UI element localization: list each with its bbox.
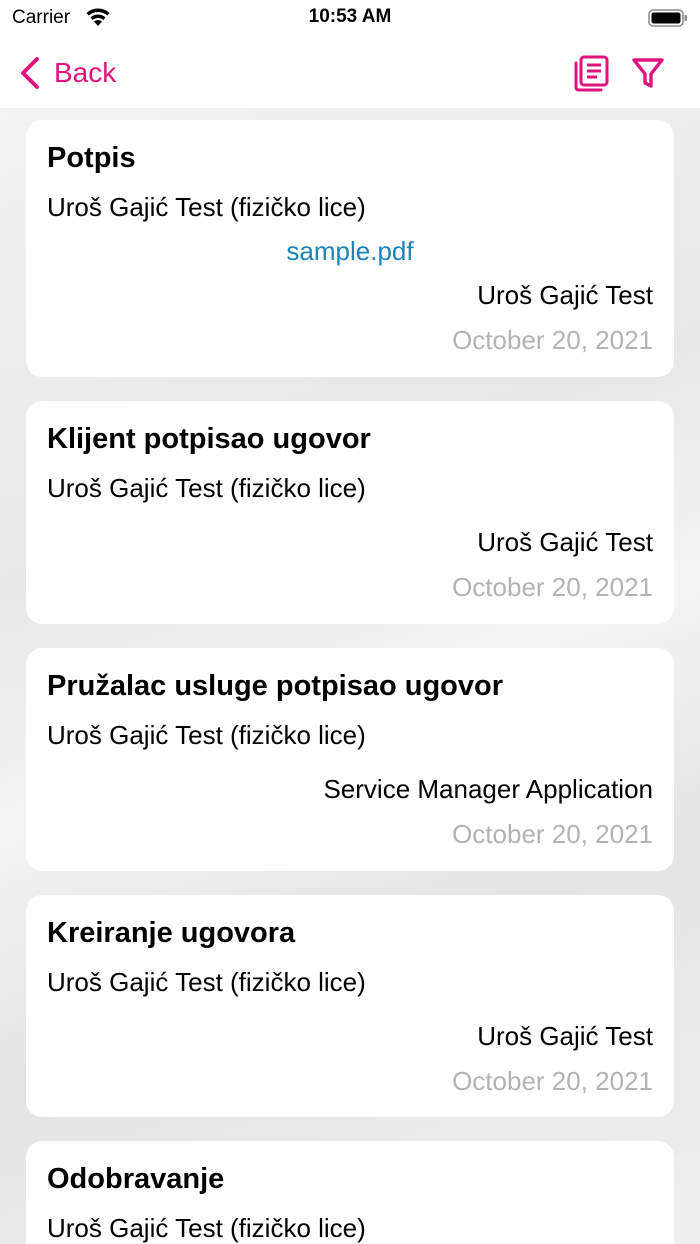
attachment-link[interactable]: sample.pdf	[26, 236, 674, 267]
item-author: Service Manager Application	[323, 774, 653, 804]
item-date: October 20, 2021	[452, 819, 653, 849]
status-bar: Carrier 10:53 AM	[0, 0, 700, 40]
activity-list[interactable]: Potpis Uroš Gajić Test (fizičko lice) sa…	[0, 108, 700, 1244]
item-author: Uroš Gajić Test	[477, 527, 653, 557]
navigation-bar: Back	[0, 40, 700, 108]
list-item[interactable]: Pružalac usluge potpisao ugovor Uroš Gaj…	[26, 648, 674, 871]
item-date: October 20, 2021	[452, 325, 653, 355]
item-title: Klijent potpisao ugovor	[47, 423, 371, 455]
item-subtitle: Uroš Gajić Test (fizičko lice)	[47, 720, 366, 750]
item-author: Uroš Gajić Test	[477, 280, 653, 310]
back-button[interactable]: Back	[18, 52, 116, 94]
item-date: October 20, 2021	[452, 1066, 653, 1096]
item-title: Pružalac usluge potpisao ugovor	[47, 670, 504, 702]
back-label: Back	[54, 57, 117, 88]
status-time: 10:53 AM	[308, 6, 392, 27]
item-subtitle: Uroš Gajić Test (fizičko lice)	[47, 1213, 366, 1243]
list-item[interactable]: Kreiranje ugovora Uroš Gajić Test (fizič…	[26, 895, 674, 1117]
list-item[interactable]: Potpis Uroš Gajić Test (fizičko lice) sa…	[26, 120, 674, 377]
chevron-left-icon	[21, 57, 39, 89]
item-subtitle: Uroš Gajić Test (fizičko lice)	[47, 192, 366, 222]
item-title: Potpis	[47, 142, 136, 174]
list-item[interactable]: Odobravanje Uroš Gajić Test (fizičko lic…	[26, 1141, 674, 1244]
item-subtitle: Uroš Gajić Test (fizičko lice)	[47, 967, 366, 997]
item-subtitle: Uroš Gajić Test (fizičko lice)	[47, 473, 366, 503]
filter-icon[interactable]	[628, 53, 668, 93]
item-title: Kreiranje ugovora	[47, 917, 296, 949]
item-date: October 20, 2021	[452, 572, 653, 602]
list-item[interactable]: Klijent potpisao ugovor Uroš Gajić Test …	[26, 401, 674, 624]
document-list-icon[interactable]	[571, 53, 611, 93]
item-author: Uroš Gajić Test	[477, 1021, 653, 1051]
battery-icon	[648, 9, 687, 27]
item-title: Odobravanje	[47, 1163, 225, 1195]
